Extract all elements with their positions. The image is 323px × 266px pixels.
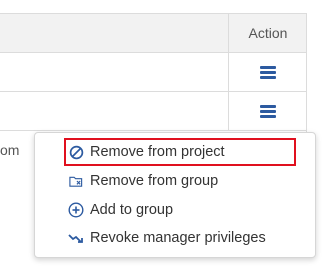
- ban-icon: [68, 144, 84, 160]
- action-cell: [228, 53, 307, 91]
- menu-item-label: Revoke manager privileges: [90, 230, 266, 246]
- table-row: [0, 92, 306, 131]
- revoke-manager-privileges-item[interactable]: Revoke manager privileges: [68, 226, 266, 250]
- row-text: om: [0, 142, 20, 158]
- action-cell: [228, 92, 307, 130]
- menu-item-label: Remove from group: [90, 173, 219, 189]
- row-actions-dropdown: Remove from project Remove from group Ad…: [34, 132, 316, 258]
- trend-down-icon: [68, 230, 84, 246]
- table-row: [0, 53, 306, 92]
- table-header: Action: [0, 14, 306, 53]
- add-to-group-item[interactable]: Add to group: [68, 198, 173, 222]
- menu-item-label: Add to group: [90, 202, 174, 218]
- row-actions-menu-icon[interactable]: [260, 65, 276, 79]
- plus-circle-icon: [68, 202, 84, 218]
- folder-remove-icon: [68, 173, 84, 189]
- action-column-header: Action: [228, 14, 307, 52]
- row-actions-menu-icon[interactable]: [260, 104, 276, 118]
- menu-item-label: Remove from project: [90, 144, 225, 160]
- remove-from-group-item[interactable]: Remove from group: [68, 169, 218, 193]
- remove-from-project-item[interactable]: Remove from project: [64, 138, 296, 166]
